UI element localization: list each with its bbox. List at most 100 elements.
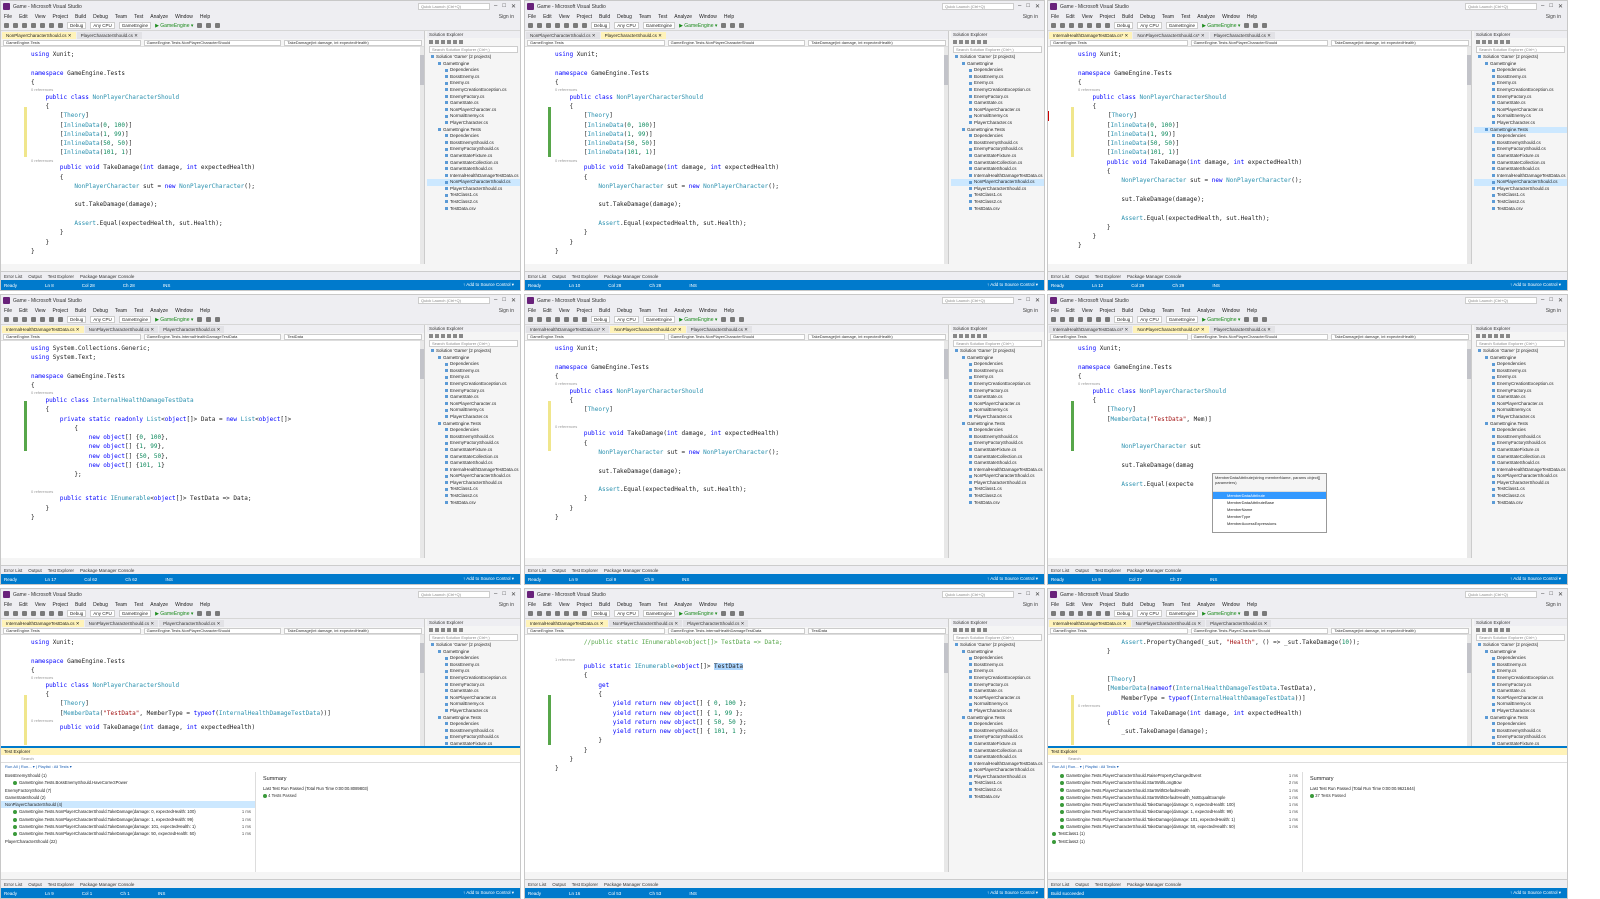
preview-icon[interactable] (983, 627, 987, 632)
menu-team[interactable]: Team (639, 308, 651, 314)
solution-tree-item[interactable]: BossEnemy.cs (427, 368, 520, 375)
solution-tree-item[interactable]: NormalEnemy.cs (1474, 701, 1567, 708)
save-all-icon[interactable] (564, 611, 569, 616)
tool-tab[interactable]: Package Manager Console (1127, 568, 1181, 573)
solution-tree-item[interactable]: BossEnemy.cs (427, 74, 520, 81)
save-all-icon[interactable] (1087, 23, 1092, 28)
refresh-icon[interactable] (441, 333, 445, 338)
completion-item[interactable]: MemberDataAttributeBase (1213, 499, 1326, 506)
collapse-icon[interactable] (971, 39, 975, 44)
solution-tree-item[interactable]: GameStateFixture.cs (427, 447, 520, 454)
quick-launch-input[interactable]: Quick Launch (Ctrl+Q) (942, 591, 1014, 598)
solution-tree-item[interactable]: GameStateCollection.cs (1474, 160, 1567, 167)
code-area[interactable]: using Xunit; namespace GameEngine.Tests{0… (525, 47, 944, 264)
comment-icon[interactable] (215, 317, 221, 322)
back-icon[interactable] (4, 23, 9, 28)
solution-tree-item[interactable]: BossEnemy.cs (951, 662, 1044, 669)
start-debug-button[interactable]: ▶ GameEngine ▾ (679, 23, 717, 29)
test-list-item[interactable]: GameEngine.Tests.PlayerCharacterShould.T… (1048, 801, 1302, 808)
menu-help[interactable]: Help (724, 602, 734, 608)
solution-tree-item[interactable]: EnemyCreationException.cs (1474, 87, 1567, 94)
solution-tree-item[interactable]: GameEngine (1474, 355, 1567, 362)
start-debug-button[interactable]: ▶ GameEngine ▾ (679, 611, 717, 617)
platform-dropdown[interactable]: Any CPU (1137, 22, 1162, 29)
solution-tree-item[interactable]: GameStateShould.cs (427, 166, 520, 173)
find-icon[interactable] (197, 317, 203, 322)
solution-tree-item[interactable]: GameEngine (951, 61, 1044, 68)
menu-project[interactable]: Project (52, 602, 68, 608)
solution-tree-item[interactable]: NormalEnemy.cs (951, 407, 1044, 414)
solution-tree-item[interactable]: NonPlayerCharacter.cs (1474, 401, 1567, 408)
menu-debug[interactable]: Debug (1140, 14, 1155, 20)
solution-tree-item[interactable]: TestClass1.cs (951, 486, 1044, 493)
solution-tree-item[interactable]: PlayerCharacter.cs (1474, 414, 1567, 421)
solution-tree-item[interactable]: GameEngine.Tests (1474, 421, 1567, 428)
menu-team[interactable]: Team (115, 308, 127, 314)
solution-tree-item[interactable]: PlayerCharacterShould.cs (951, 480, 1044, 487)
quick-launch-input[interactable]: Quick Launch (Ctrl+Q) (1465, 3, 1537, 10)
navigation-dropdown[interactable]: GameEngine.Tests.PlayerCharacterShould (1190, 627, 1329, 634)
new-file-icon[interactable] (22, 611, 27, 616)
back-icon[interactable] (4, 317, 9, 322)
solution-tree-item[interactable]: NonPlayerCharacter.cs (427, 401, 520, 408)
menu-analyze[interactable]: Analyze (674, 14, 692, 20)
solution-tree-item[interactable]: NonPlayerCharacter.cs (1474, 107, 1567, 114)
solution-tree-item[interactable]: Enemy.cs (427, 80, 520, 87)
navigation-dropdown[interactable]: GameEngine.Tests (1050, 333, 1188, 340)
solution-tree-item[interactable]: NormalEnemy.cs (427, 407, 520, 414)
find-icon[interactable] (1244, 317, 1250, 322)
solution-tree-item[interactable]: TestClass1.cs (1474, 486, 1567, 493)
solution-tree-item[interactable]: Dependencies (427, 721, 520, 728)
back-icon[interactable] (528, 317, 533, 322)
sync-icon[interactable] (1482, 333, 1486, 338)
menu-edit[interactable]: Edit (19, 602, 28, 608)
refresh-icon[interactable] (965, 39, 969, 44)
refresh-icon[interactable] (441, 627, 445, 632)
minimize-icon[interactable]: – (1018, 3, 1021, 10)
sync-icon[interactable] (959, 627, 963, 632)
solution-tree-item[interactable]: Dependencies (951, 427, 1044, 434)
run-all-link[interactable]: Run All | Run... ▾ | Playlist : All Test… (1048, 763, 1567, 771)
sign-in-link[interactable]: Sign in (1023, 602, 1038, 608)
menu-team[interactable]: Team (639, 602, 651, 608)
solution-tree-item[interactable]: GameEngine.Tests (951, 421, 1044, 428)
navigation-dropdown[interactable]: GameEngine.Tests.NonPlayerCharacterShoul… (1190, 39, 1329, 46)
solution-tree-item[interactable]: TestClass1.cs (951, 192, 1044, 199)
menu-project[interactable]: Project (52, 14, 68, 20)
solution-tree-item[interactable]: BossEnemyShould.cs (1474, 434, 1567, 441)
scrollbar-thumb[interactable] (1467, 643, 1471, 673)
navigation-dropdown[interactable]: GameEngine.Tests (3, 39, 141, 46)
solution-tree-item[interactable]: Enemy.cs (951, 80, 1044, 87)
solution-tree-item[interactable]: GameStateFixture.cs (951, 153, 1044, 160)
preview-icon[interactable] (1506, 333, 1510, 338)
startup-project-dropdown[interactable]: GameEngine (118, 610, 152, 617)
menu-window[interactable]: Window (1222, 602, 1240, 608)
menu-view[interactable]: View (559, 308, 570, 314)
solution-tree-item[interactable]: Dependencies (951, 655, 1044, 662)
document-tab[interactable]: InternalHealthDamageTestData.cs ✕ (2, 326, 84, 333)
redo-icon[interactable] (1105, 317, 1110, 322)
menu-project[interactable]: Project (1099, 308, 1115, 314)
sync-icon[interactable] (1482, 39, 1486, 44)
test-list-item[interactable]: GameEngine.Tests.NonPlayerCharacterShoul… (1, 808, 255, 815)
solution-search-input[interactable]: Search Solution Explorer (Ctrl+;) (429, 340, 518, 347)
code-area[interactable]: //public static IEnumerable<object[]> Te… (525, 635, 944, 872)
menu-debug[interactable]: Debug (1140, 308, 1155, 314)
navigation-dropdown[interactable]: TakeDamage(int damage, int expectedHealt… (808, 333, 947, 340)
tool-tab[interactable]: Output (552, 882, 566, 887)
close-icon[interactable]: ✕ (511, 591, 516, 598)
document-tab[interactable]: InternalHealthDamageTestData.cs ✕ (1049, 620, 1131, 627)
solution-tree-item[interactable]: Solution 'Game' (2 projects) (427, 348, 520, 355)
completion-item[interactable]: MemberAccessExpressions (1213, 520, 1326, 527)
menu-window[interactable]: Window (175, 308, 193, 314)
solution-tree-item[interactable]: TestClass2.cs (951, 493, 1044, 500)
document-tab[interactable]: NonPlayerCharacterShould.cs* ✕ (1133, 32, 1209, 39)
maximize-icon[interactable]: □ (1026, 591, 1030, 598)
comment-icon[interactable] (1262, 317, 1268, 322)
add-to-source-control[interactable]: ↑ Add to Source Control ▾ (463, 282, 514, 288)
platform-dropdown[interactable]: Any CPU (614, 22, 639, 29)
collapse-icon[interactable] (1494, 627, 1498, 632)
sign-in-link[interactable]: Sign in (1023, 308, 1038, 314)
navigation-dropdown[interactable]: GameEngine.Tests (3, 333, 141, 340)
solution-tree-item[interactable]: TestClass2.cs (427, 199, 520, 206)
